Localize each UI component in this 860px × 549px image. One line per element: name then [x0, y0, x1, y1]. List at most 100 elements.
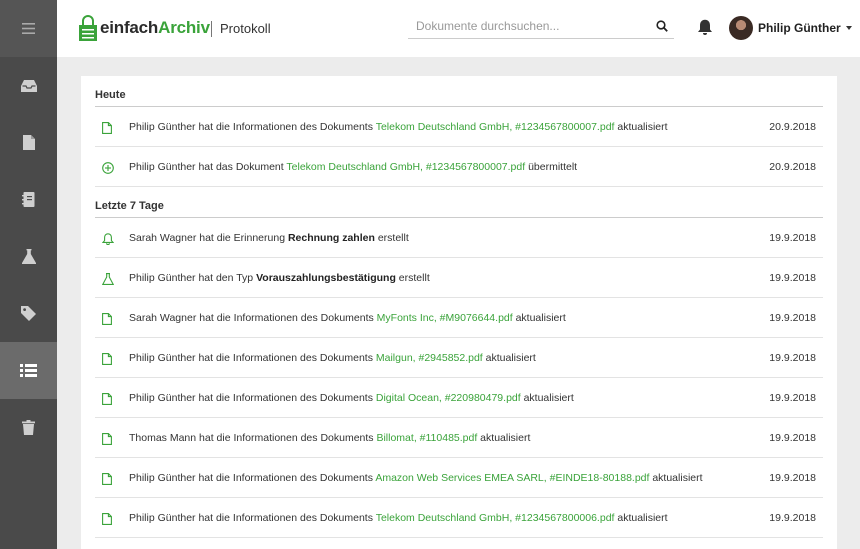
- activity-text: Philip Günther hat das Dokument Telekom …: [129, 161, 577, 173]
- activity-text: Philip Günther hat die Informationen des…: [129, 121, 668, 133]
- search-input[interactable]: [408, 16, 638, 36]
- section-title: Letzte 7 Tage: [95, 187, 823, 218]
- activity-action-text: aktualisiert: [482, 351, 536, 364]
- activity-date: 19.9.2018: [769, 311, 816, 324]
- activity-text: Philip Günther hat die Informationen des…: [129, 352, 536, 364]
- bell-icon: [101, 232, 115, 250]
- sidebar-item-protocol[interactable]: [0, 342, 57, 399]
- flask-icon: [101, 272, 115, 290]
- sidebar-item-types[interactable]: [0, 228, 57, 285]
- document-icon: [102, 472, 112, 490]
- document-link[interactable]: Digital Ocean, #220980479.pdf: [376, 392, 521, 404]
- document-icon: [102, 392, 112, 410]
- activity-date: 19.9.2018: [769, 231, 816, 244]
- activity-action-text: aktualisiert: [614, 511, 668, 524]
- activity-action-text: aktualisiert: [477, 431, 531, 444]
- notebook-icon: [21, 192, 34, 207]
- top-header: einfachArchiv Protokoll Philip Günther: [57, 0, 860, 57]
- sidebar-item-inbox[interactable]: [0, 57, 57, 114]
- activity-subject: Vorauszahlungsbestätigung: [256, 271, 396, 284]
- document-link[interactable]: Telekom Deutschland GmbH, #1234567800007…: [286, 161, 525, 173]
- activity-date: 20.9.2018: [769, 120, 816, 133]
- document-link[interactable]: Telekom Deutschland GmbH, #1234567800007…: [376, 121, 615, 133]
- activity-row: Thomas Mann hat die Informationen des Do…: [95, 418, 823, 458]
- sidebar-item-tags[interactable]: [0, 285, 57, 342]
- activity-actor-text: Philip Günther hat die Informationen des…: [129, 120, 376, 133]
- activity-action-text: übermittelt: [525, 160, 578, 173]
- search-bar: [408, 16, 674, 39]
- flask-icon: [21, 249, 36, 264]
- activity-row: Philip Günther hat das Dokument Telekom …: [95, 147, 823, 187]
- search-icon[interactable]: [656, 20, 668, 32]
- activity-date: 19.9.2018: [769, 351, 816, 364]
- activity-action-text: aktualisiert: [520, 391, 574, 404]
- activity-date: 19.9.2018: [769, 391, 816, 404]
- activity-date: 20.9.2018: [769, 160, 816, 173]
- activity-action-text: aktualisiert: [614, 120, 668, 133]
- document-icon: [102, 312, 112, 330]
- user-name: Philip Günther: [758, 21, 841, 35]
- activity-row: Philip Günther hat die Informationen des…: [95, 107, 823, 147]
- sidebar-item-trash[interactable]: [0, 399, 57, 456]
- protocol-list: Heute Philip Günther hat die Informatione…: [95, 76, 823, 538]
- activity-text: Philip Günther hat die Informationen des…: [129, 512, 668, 524]
- document-icon: [102, 121, 112, 139]
- activity-row: Sarah Wagner hat die Erinnerung Rechnung…: [95, 218, 823, 258]
- activity-text: Sarah Wagner hat die Erinnerung Rechnung…: [129, 232, 409, 244]
- inbox-icon: [20, 79, 37, 92]
- document-icon: [102, 352, 112, 370]
- activity-row: Philip Günther hat die Informationen des…: [95, 338, 823, 378]
- chevron-down-icon: [845, 26, 852, 30]
- activity-action-text: aktualisiert: [512, 311, 566, 324]
- activity-action-text: erstellt: [374, 231, 409, 244]
- activity-row: Philip Günther hat die Informationen des…: [95, 458, 823, 498]
- activity-row: Sarah Wagner hat die Informationen des D…: [95, 298, 823, 338]
- notifications-bell-icon[interactable]: [697, 19, 713, 36]
- activity-actor-text: Philip Günther hat das Dokument: [129, 160, 287, 173]
- user-menu[interactable]: Philip Günther: [729, 16, 852, 40]
- sidebar-menu-toggle[interactable]: [0, 0, 57, 57]
- document-link[interactable]: Telekom Deutschland GmbH, #1234567800006…: [376, 512, 615, 524]
- activity-actor-text: Philip Günther hat den Typ: [129, 271, 257, 284]
- activity-actor-text: Philip Günther hat die Informationen des…: [129, 351, 376, 364]
- document-link[interactable]: Billomat, #110485.pdf: [376, 432, 477, 444]
- menu-icon: [22, 23, 35, 34]
- activity-date: 19.9.2018: [769, 431, 816, 444]
- activity-subject: Rechnung zahlen: [287, 231, 375, 244]
- document-link[interactable]: Mailgun, #2945852.pdf: [376, 352, 483, 364]
- document-link[interactable]: MyFonts Inc, #M9076644.pdf: [377, 312, 513, 324]
- activity-text: Thomas Mann hat die Informationen des Do…: [129, 432, 530, 444]
- activity-text: Philip Günther hat den Typ Vorauszahlung…: [129, 272, 430, 284]
- activity-actor-text: Sarah Wagner hat die Informationen des D…: [129, 311, 377, 324]
- activity-actor-text: Philip Günther hat die Informationen des…: [129, 511, 376, 524]
- sidebar: [0, 0, 57, 549]
- document-link[interactable]: Amazon Web Services EMEA SARL, #EINDE18-…: [375, 472, 649, 484]
- sidebar-item-documents[interactable]: [0, 114, 57, 171]
- header-divider: [211, 21, 212, 37]
- document-icon: [102, 512, 112, 530]
- trash-icon: [22, 420, 35, 435]
- logo-text: einfachArchiv: [100, 18, 210, 37]
- activity-actor-text: Thomas Mann hat die Informationen des Do…: [129, 431, 377, 444]
- activity-date: 19.9.2018: [769, 511, 816, 524]
- list-icon: [20, 364, 37, 377]
- document-icon: [22, 135, 35, 150]
- activity-text: Philip Günther hat die Informationen des…: [129, 472, 703, 484]
- section-title: Heute: [95, 76, 823, 107]
- activity-row: Philip Günther hat die Informationen des…: [95, 498, 823, 538]
- activity-date: 19.9.2018: [769, 471, 816, 484]
- activity-action-text: erstellt: [395, 271, 430, 284]
- activity-actor-text: Sarah Wagner hat die Erinnerung: [129, 231, 288, 244]
- activity-action-text: aktualisiert: [649, 471, 703, 484]
- activity-text: Sarah Wagner hat die Informationen des D…: [129, 312, 566, 324]
- activity-text: Philip Günther hat die Informationen des…: [129, 392, 574, 404]
- tag-icon: [21, 306, 36, 321]
- plus-circle-icon: [102, 161, 114, 179]
- activity-actor-text: Philip Günther hat die Informationen des…: [129, 391, 376, 404]
- page-title: Protokoll: [220, 21, 271, 36]
- avatar: [729, 16, 753, 40]
- activity-date: 19.9.2018: [769, 271, 816, 284]
- app-logo[interactable]: einfachArchiv: [79, 14, 210, 42]
- sidebar-item-notebook[interactable]: [0, 171, 57, 228]
- archive-lock-icon: [79, 15, 97, 41]
